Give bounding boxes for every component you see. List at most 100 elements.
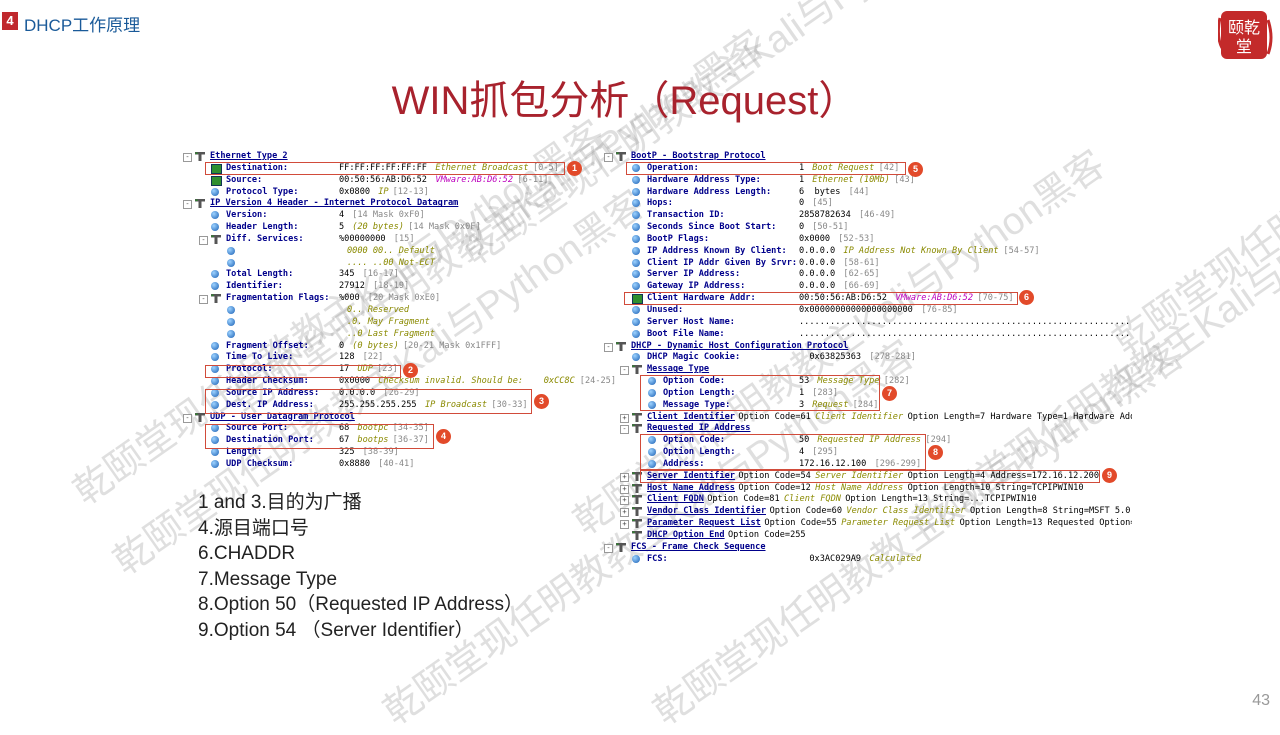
tree-label: Header Length: (226, 222, 299, 233)
tree-row[interactable]: Version: 4 [14 Mask 0xF0] (183, 210, 603, 222)
expand-toggle[interactable]: + (620, 472, 629, 482)
tree-row[interactable]: - DHCP - Dynamic Host Configuration Proto… (604, 341, 1132, 353)
tree-label: Vendor Class Identifier (647, 506, 766, 517)
tree-row[interactable]: .... ..00 Not-ECT (183, 258, 603, 270)
collapse-toggle[interactable]: - (183, 413, 192, 423)
expand-toggle[interactable]: + (620, 413, 629, 423)
tree-val: 0 (339, 340, 345, 351)
tree-label: Version: (226, 210, 268, 221)
tree-row[interactable]: Transaction ID: 2858782634 [46-49] (604, 210, 1132, 222)
tree-note: .... ..00 Not-ECT (347, 257, 435, 268)
tree-row[interactable]: + Client Identifier Option Code=61 Client I… (604, 412, 1132, 424)
tree-val: 0x63825363 (799, 352, 862, 363)
tree-row[interactable]: BootP Flags: 0x0000 [52-53] (604, 234, 1132, 246)
field-icon (632, 554, 640, 563)
collapse-toggle[interactable]: - (199, 235, 208, 245)
tree-row[interactable]: Header Length: 5 (20 bytes) [14 Mask 0x0F] (183, 222, 603, 234)
expand-toggle[interactable]: + (620, 484, 629, 494)
tree-label: Host Name Address (647, 482, 735, 493)
expand-toggle[interactable]: + (620, 508, 629, 518)
tree-row[interactable]: Identifier: 27912 [18-19] (183, 281, 603, 293)
tree-row[interactable]: IP Address Known By Client: 0.0.0.0 IP Add… (604, 246, 1132, 258)
tree-row[interactable]: FCS: 0x3AC029A9 Calculated (604, 554, 1132, 566)
field-icon (632, 187, 640, 196)
tree-label: Server IP Address: (647, 269, 741, 280)
tree-label: Diff. Services: (226, 233, 304, 244)
tree-row[interactable]: Hardware Address Length: 6 bytes [44] (604, 187, 1132, 199)
collapse-toggle[interactable]: - (604, 342, 613, 352)
tree-row[interactable]: Seconds Since Boot Start: 0 [50-51] (604, 222, 1132, 234)
tree-note: 0000 00.. Default (347, 245, 435, 256)
tree-row[interactable]: UDP Checksum: 0x8880 [40-41] (183, 459, 603, 471)
tree-label: Hardware Address Type: (647, 174, 761, 185)
tree-row[interactable]: .0. May Fragment (183, 317, 603, 329)
tree-row[interactable]: - Diff. Services: %00000000 [15] (183, 234, 603, 246)
tree-label: Total Length: (226, 269, 294, 280)
tree-row[interactable]: Hardware Address Type: 1 Ethernet (10Mb) [4… (604, 175, 1132, 187)
tree-row[interactable]: Protocol Type: 0x0800 IP [12-13] (183, 187, 603, 199)
field-icon (632, 270, 640, 279)
tree-label: UDP Checksum: (226, 458, 294, 469)
tree-label: Fragmentation Flags: (226, 293, 330, 304)
tree-row[interactable]: ..0 Last Fragment (183, 329, 603, 341)
collapse-toggle[interactable]: - (183, 200, 192, 210)
annotation-box-5 (626, 162, 906, 175)
tree-label: Boot File Name: (647, 328, 725, 339)
tree-row[interactable]: + Parameter Request List Option Code=55 Par… (604, 518, 1132, 530)
annotation-number-2: 2 (403, 363, 418, 378)
tree-row[interactable]: Fragment Offset: 0 (0 bytes) [20-21 Mask 0x… (183, 341, 603, 353)
tree-row[interactable]: 0000 00.. Default (183, 246, 603, 258)
tree-row[interactable]: Hops: 0 [45] (604, 198, 1132, 210)
tree-label: Seconds Since Boot Start: (647, 222, 777, 233)
tree-note: 0.. Reserved (347, 304, 410, 315)
tree-row[interactable]: + Host Name Address Option Code=12 Host Nam… (604, 483, 1132, 495)
slide-title: WIN抓包分析（Request） (391, 79, 859, 123)
annotation-number-3: 3 (534, 394, 549, 409)
tree-label: Fragment Offset: (226, 340, 309, 351)
tree-row[interactable]: Total Length: 345 [16-17] (183, 269, 603, 281)
tree-row[interactable]: DHCP Magic Cookie: 0x63825363 [278-281] (604, 352, 1132, 364)
tree-tail: Option Length=13 String=...TCPIPWIN10 (845, 494, 1037, 505)
expand-toggle[interactable]: + (620, 496, 629, 506)
packet-tree-right: - BootP - Bootstrap Protocol Operation: 1 Bo… (604, 151, 1132, 566)
tree-row[interactable]: + Vendor Class Identifier Option Code=60 Ve… (604, 506, 1132, 518)
annotation-number-8: 8 (928, 445, 943, 460)
tree-label: FCS: (647, 553, 668, 564)
tree-val: 128 (339, 352, 355, 363)
tree-row[interactable]: Server IP Address: 0.0.0.0 [62-65] (604, 269, 1132, 281)
tree-row[interactable]: + Client FQDN Option Code=81 Client FQDN Opt… (604, 494, 1132, 506)
annotation-box-8 (640, 434, 926, 470)
tree-row[interactable]: Server Host Name:.......................… (604, 317, 1132, 329)
tree-row[interactable]: Boot File Name:.........................… (604, 329, 1132, 341)
tree-note: Host Name Address (815, 482, 904, 493)
tree-label: Identifier: (226, 281, 283, 292)
collapse-toggle[interactable]: - (620, 366, 629, 376)
field-icon (632, 234, 640, 243)
field-icon (227, 305, 235, 314)
tree-row[interactable]: - FCS - Frame Check Sequence (604, 542, 1132, 554)
tree-note: ..0 Last Fragment (347, 328, 435, 339)
page-number: 43 (1252, 692, 1270, 709)
expand-toggle[interactable]: + (620, 520, 629, 530)
collapse-toggle[interactable]: - (604, 543, 613, 553)
tree-val: 5 (339, 222, 345, 233)
collapse-toggle[interactable]: - (604, 153, 613, 162)
tree-label: IP Address Known By Client: (647, 245, 787, 256)
tree-row[interactable]: - IP Version 4 Header - Internet Protocol… (183, 198, 603, 210)
tree-row[interactable]: Time To Live: 128 [22] (183, 352, 603, 364)
tree-val: 0.0.0.0 (799, 269, 836, 280)
tree-row[interactable]: Unused: 0x00000000000000000000 [76-85] (604, 305, 1132, 317)
tree-row[interactable]: - Fragmentation Flags: %000 [20 Mask 0xE0] (183, 293, 603, 305)
collapse-toggle[interactable]: - (620, 425, 629, 435)
tree-row[interactable]: Client IP Addr Given By Srvr: 0.0.0.0 [58-… (604, 258, 1132, 270)
tree-row[interactable]: Source: 00:50:56:AB:D6:52 VMware:AB:D6:52 [… (183, 175, 603, 187)
tree-row[interactable]: DHCP Option End Option Code=255 (604, 530, 1132, 542)
collapse-toggle[interactable]: - (199, 295, 208, 305)
tree-note: Calculated (869, 553, 922, 564)
tree-val: 0 (799, 198, 805, 209)
tree-row[interactable]: 0.. Reserved (183, 305, 603, 317)
tree-tail: Option Length=10 String=TCPIPWIN10 (907, 482, 1084, 493)
annotation-box-6 (624, 292, 1018, 305)
collapse-toggle[interactable]: - (183, 153, 192, 162)
section-number-badge: 4 (2, 12, 18, 30)
